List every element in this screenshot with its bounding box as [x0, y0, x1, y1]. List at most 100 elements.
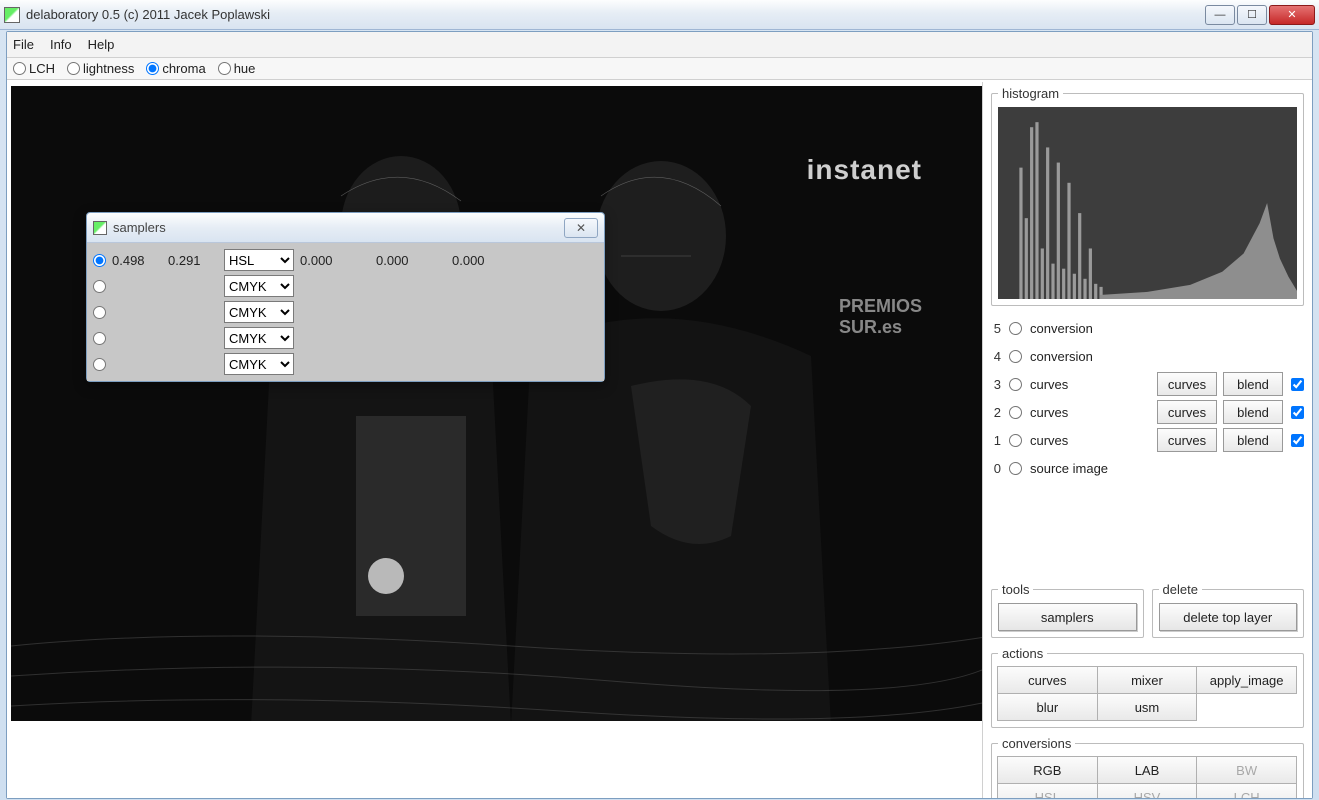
conversion-LAB-button[interactable]: LAB	[1097, 756, 1198, 784]
layer-row-0: 0source image	[991, 454, 1304, 482]
delete-legend: delete	[1159, 582, 1202, 597]
layer-row-1: 1curvescurvesblend	[991, 426, 1304, 454]
window-title: delaboratory 0.5 (c) 2011 Jacek Poplawsk…	[26, 7, 1205, 22]
layer-blend-button[interactable]: blend	[1223, 428, 1283, 452]
sampler-value: 0.000	[446, 253, 522, 268]
layer-blend-button[interactable]: blend	[1223, 372, 1283, 396]
image-watermark-2: PREMIOS SUR.es	[839, 296, 922, 338]
menu-help[interactable]: Help	[88, 37, 115, 52]
layer-label: curves	[1030, 377, 1120, 392]
layer-curves-button[interactable]: curves	[1157, 428, 1217, 452]
app-icon	[4, 7, 20, 23]
image-pane: instanet PREMIOS SUR.es samplers ✕ 0.498…	[7, 82, 982, 798]
tools-legend: tools	[998, 582, 1033, 597]
image-watermark: instanet	[807, 154, 922, 186]
layer-visible-checkbox[interactable]	[1291, 378, 1304, 391]
conversion-LCH-button: LCH	[1196, 783, 1297, 798]
samplers-dialog: samplers ✕ 0.4980.291HSLCMYKRGBLABLCHHSV…	[86, 212, 605, 382]
actions-fieldset: actions curvesmixerapply_imageblurusm	[991, 646, 1304, 728]
actions-legend: actions	[998, 646, 1047, 661]
sampler-mode-select[interactable]: HSLCMYKRGBLABLCHHSV	[224, 249, 294, 271]
sampler-y: 0.291	[168, 253, 224, 268]
sampler-row-4: HSLCMYKRGBLABLCHHSV	[91, 351, 600, 377]
image-canvas[interactable]: instanet PREMIOS SUR.es	[11, 86, 982, 721]
sampler-radio[interactable]	[93, 280, 106, 293]
tools-fieldset: tools samplers	[991, 582, 1144, 638]
conversion-RGB-button[interactable]: RGB	[997, 756, 1098, 784]
layer-radio[interactable]	[1009, 350, 1022, 363]
sampler-mode-select[interactable]: HSLCMYKRGBLABLCHHSV	[224, 327, 294, 349]
layer-curves-button[interactable]: curves	[1157, 372, 1217, 396]
sampler-row-0: 0.4980.291HSLCMYKRGBLABLCHHSV0.0000.0000…	[91, 247, 600, 273]
viewmode-radio-chroma[interactable]: chroma	[146, 61, 205, 76]
sampler-radio[interactable]	[93, 358, 106, 371]
sampler-row-2: HSLCMYKRGBLABLCHHSV	[91, 299, 600, 325]
viewmode-radio-lightness[interactable]: lightness	[67, 61, 134, 76]
viewmode-radio-hue[interactable]: hue	[218, 61, 256, 76]
layer-label: source image	[1030, 461, 1120, 476]
layer-radio[interactable]	[1009, 462, 1022, 475]
sampler-radio[interactable]	[93, 332, 106, 345]
menu-info[interactable]: Info	[50, 37, 72, 52]
layer-label: conversion	[1030, 349, 1120, 364]
sampler-radio[interactable]	[93, 254, 106, 267]
conversion-HSV-button: HSV	[1097, 783, 1198, 798]
sampler-row-3: HSLCMYKRGBLABLCHHSV	[91, 325, 600, 351]
action-mixer-button[interactable]: mixer	[1097, 666, 1198, 694]
sampler-mode-select[interactable]: HSLCMYKRGBLABLCHHSV	[224, 301, 294, 323]
delete-fieldset: delete delete top layer	[1152, 582, 1305, 638]
close-button[interactable]: ✕	[1269, 5, 1315, 25]
layer-index: 1	[991, 433, 1001, 448]
conversion-HSL-button: HSL	[997, 783, 1098, 798]
sampler-x: 0.498	[112, 253, 168, 268]
layer-index: 5	[991, 321, 1001, 336]
viewmode-radio-LCH[interactable]: LCH	[13, 61, 55, 76]
menubar: File Info Help	[7, 32, 1312, 58]
sampler-mode-select[interactable]: HSLCMYKRGBLABLCHHSV	[224, 275, 294, 297]
layer-index: 4	[991, 349, 1001, 364]
minimize-button[interactable]: —	[1205, 5, 1235, 25]
layer-visible-checkbox[interactable]	[1291, 406, 1304, 419]
histogram-panel: histogram	[991, 86, 1304, 306]
dialog-close-button[interactable]: ✕	[564, 218, 598, 238]
action-curves-button[interactable]: curves	[997, 666, 1098, 694]
conversions-fieldset: conversions RGBLABBWHSLHSVLCHXYZCMYCMYK	[991, 736, 1304, 798]
layer-blend-button[interactable]: blend	[1223, 400, 1283, 424]
layer-index: 3	[991, 377, 1001, 392]
sampler-radio[interactable]	[93, 306, 106, 319]
layer-curves-button[interactable]: curves	[1157, 400, 1217, 424]
samplers-button[interactable]: samplers	[998, 603, 1137, 631]
dialog-title-text: samplers	[113, 220, 564, 235]
action-blur-button[interactable]: blur	[997, 693, 1098, 721]
layer-row-3: 3curvescurvesblend	[991, 370, 1304, 398]
layer-label: curves	[1030, 405, 1120, 420]
sampler-mode-select[interactable]: HSLCMYKRGBLABLCHHSV	[224, 353, 294, 375]
sampler-row-1: HSLCMYKRGBLABLCHHSV	[91, 273, 600, 299]
action-apply_image-button[interactable]: apply_image	[1196, 666, 1297, 694]
layer-radio[interactable]	[1009, 406, 1022, 419]
layer-label: curves	[1030, 433, 1120, 448]
sampler-value: 0.000	[370, 253, 446, 268]
sampler-value: 0.000	[294, 253, 370, 268]
layers-list: 5conversion4conversion3curvescurvesblend…	[991, 314, 1304, 482]
layer-radio[interactable]	[1009, 322, 1022, 335]
layer-visible-checkbox[interactable]	[1291, 434, 1304, 447]
layer-label: conversion	[1030, 321, 1120, 336]
conversions-legend: conversions	[998, 736, 1075, 751]
samplers-dialog-body: 0.4980.291HSLCMYKRGBLABLCHHSV0.0000.0000…	[87, 243, 604, 381]
layer-radio[interactable]	[1009, 378, 1022, 391]
viewmode-radiobar: LCH lightness chroma hue	[7, 58, 1312, 80]
layer-row-4: 4 conversion	[991, 342, 1304, 370]
action-usm-button[interactable]: usm	[1097, 693, 1198, 721]
window-titlebar: delaboratory 0.5 (c) 2011 Jacek Poplawsk…	[0, 0, 1319, 30]
app-frame: File Info Help LCH lightness chroma hue	[6, 31, 1313, 799]
samplers-dialog-titlebar[interactable]: samplers ✕	[87, 213, 604, 243]
histogram-canvas	[998, 107, 1297, 299]
layer-row-5: 5 conversion	[991, 314, 1304, 342]
dialog-icon	[93, 221, 107, 235]
maximize-button[interactable]: ☐	[1237, 5, 1267, 25]
layer-row-2: 2curvescurvesblend	[991, 398, 1304, 426]
delete-top-layer-button[interactable]: delete top layer	[1159, 603, 1298, 631]
layer-radio[interactable]	[1009, 434, 1022, 447]
menu-file[interactable]: File	[13, 37, 34, 52]
